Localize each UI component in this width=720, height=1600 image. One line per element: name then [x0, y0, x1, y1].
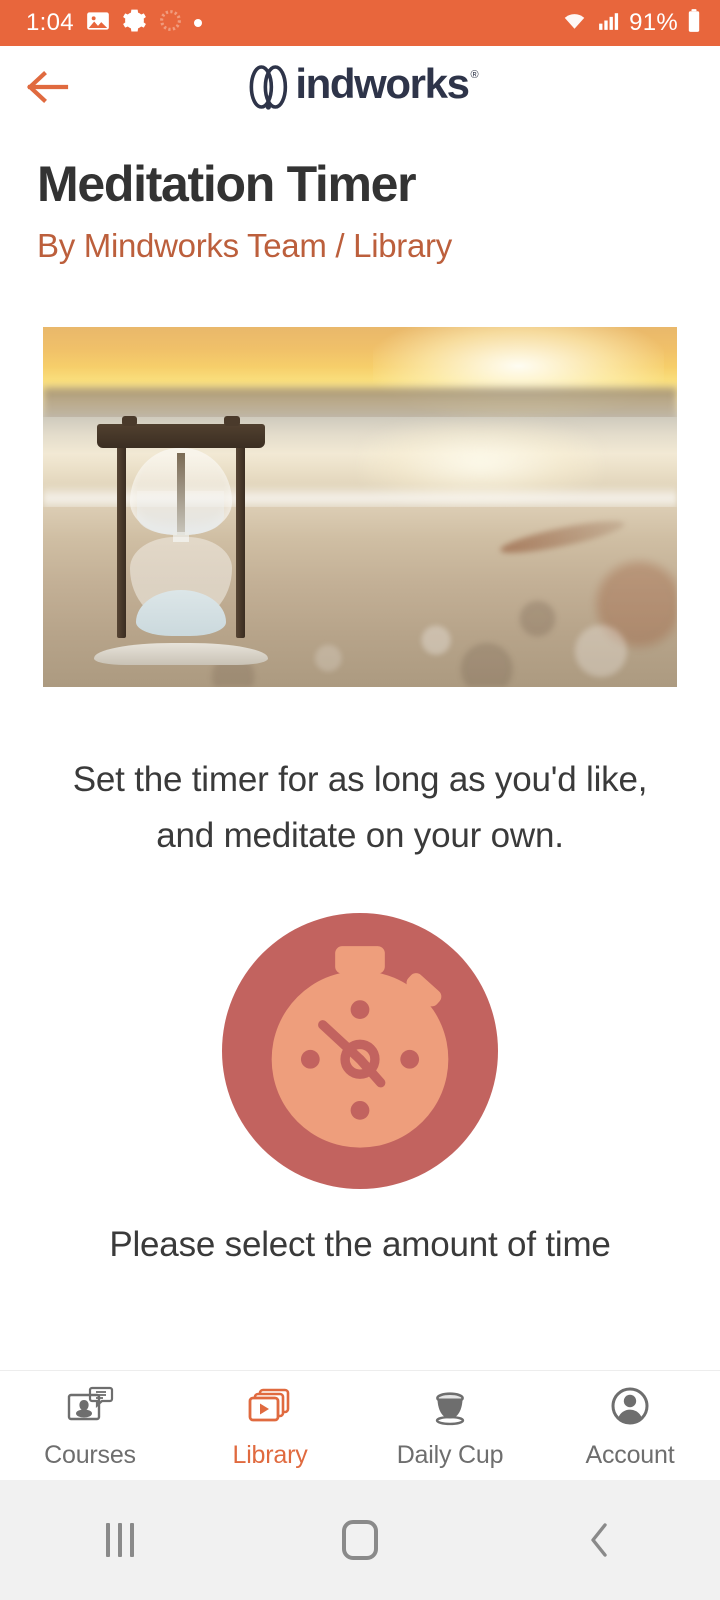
- status-bar-clock: 1:04: [26, 9, 74, 36]
- stopwatch-crown-stem: [347, 965, 373, 985]
- battery-percent-label: 91%: [629, 9, 678, 36]
- gear-icon: [122, 8, 147, 38]
- stopwatch-badge: [222, 912, 498, 1189]
- battery-icon: [686, 8, 702, 39]
- hourglass-sand-stream: [176, 452, 185, 535]
- tab-courses-label: Courses: [44, 1440, 136, 1469]
- stopwatch-marker-3: [400, 1049, 420, 1069]
- recents-button[interactable]: [0, 1523, 240, 1557]
- hourglass-illustration: [93, 416, 268, 665]
- tab-daily-cup[interactable]: Daily Cup: [360, 1371, 540, 1480]
- tab-courses[interactable]: Courses: [0, 1371, 180, 1480]
- home-icon: [342, 1520, 378, 1560]
- library-icon: [246, 1382, 294, 1432]
- recents-icon: [106, 1523, 134, 1557]
- account-icon: [606, 1382, 654, 1432]
- brand-name: indworks: [295, 59, 470, 107]
- stopwatch-marker-6: [350, 1100, 370, 1120]
- hourglass-post-left: [117, 445, 126, 639]
- session-description: Set the timer for as long as you'd like,…: [72, 759, 648, 856]
- status-bar: 1:04 91%: [0, 0, 720, 46]
- status-bar-right: 91%: [561, 8, 702, 39]
- page-title: Meditation Timer: [37, 156, 417, 212]
- mindworks-m-icon: [249, 64, 288, 110]
- chevron-left-icon: [591, 1523, 607, 1557]
- cellular-signal-icon: [596, 8, 621, 38]
- tab-library-label: Library: [232, 1440, 308, 1469]
- trademark-mark: ®: [470, 68, 479, 81]
- dot-indicator-icon: [193, 19, 202, 27]
- app-header: indworks ®: [0, 46, 720, 128]
- hero-image: [43, 326, 677, 687]
- stopwatch-marker-12: [350, 1000, 370, 1019]
- hourglass-post-right: [236, 445, 245, 639]
- system-navigation-bar: [0, 1480, 720, 1600]
- page-subtitle: By Mindworks Team / Library: [37, 226, 452, 264]
- courses-icon: [66, 1382, 114, 1432]
- bottom-tab-bar: Courses Library Daily Cup Account: [0, 1370, 720, 1480]
- tab-account[interactable]: Account: [540, 1371, 720, 1480]
- hourglass-knob-left: [121, 416, 138, 427]
- hourglass-top-frame: [97, 423, 265, 448]
- stopwatch-marker-9: [300, 1049, 320, 1069]
- tab-account-label: Account: [585, 1440, 675, 1469]
- tab-library[interactable]: Library: [180, 1371, 360, 1480]
- time-selection-prompt: Please select the amount of time: [109, 1224, 611, 1264]
- hourglass-base: [93, 643, 268, 665]
- brand-logo: indworks ®: [241, 59, 479, 112]
- stopwatch-icon: [222, 912, 498, 1189]
- tab-daily-cup-label: Daily Cup: [396, 1440, 504, 1469]
- spinner-icon: [158, 8, 183, 38]
- image-icon: [85, 8, 111, 39]
- home-button[interactable]: [240, 1520, 480, 1560]
- daily-cup-icon: [426, 1382, 474, 1432]
- status-bar-left: 1:04: [26, 8, 202, 39]
- system-back-button[interactable]: [480, 1520, 720, 1560]
- wifi-icon: [561, 8, 588, 39]
- back-arrow-icon: [26, 71, 69, 103]
- back-button[interactable]: [22, 64, 74, 110]
- hourglass-knob-right: [224, 416, 240, 427]
